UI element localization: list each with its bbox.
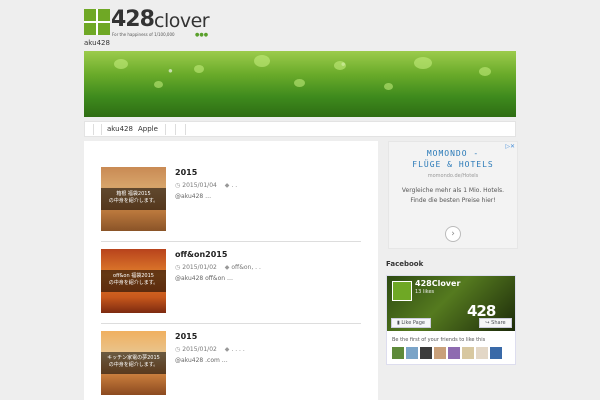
avatar[interactable] — [490, 347, 502, 359]
post-date: 2015/01/04 — [182, 182, 217, 189]
post-divider — [101, 323, 361, 324]
facebook-share-button[interactable]: ↪ Share — [479, 318, 512, 328]
clock-icon: ◷ — [175, 182, 181, 189]
nav-item-aku428[interactable]: aku428 — [107, 125, 133, 133]
logo-number: 428 — [111, 7, 155, 32]
facebook-widget-heading: Facebook — [386, 260, 424, 268]
post-title[interactable]: off&on2015 — [175, 250, 227, 259]
post-tags[interactable]: off&on, . . — [231, 264, 261, 271]
page-avatar[interactable] — [392, 281, 412, 301]
post-excerpt: @aku428 off&on … — [175, 275, 233, 282]
ad-brand[interactable]: MOMONDO - FLÜGE & HOTELS — [389, 148, 517, 170]
header-banner-image — [84, 51, 516, 117]
post-title[interactable]: 2015 — [175, 168, 197, 177]
clock-icon: ◷ — [175, 346, 181, 353]
logo-dots: ●●● — [195, 32, 209, 38]
thumbnail-caption: キッチン家電の夢2015 の中身を紹介します。 — [101, 352, 166, 374]
post-thumbnail[interactable]: 箱根 福袋2015 の中身を紹介します。 — [101, 167, 166, 231]
logo-word: clover — [154, 10, 210, 32]
post-divider — [101, 241, 361, 242]
post-thumbnail[interactable]: キッチン家電の夢2015 の中身を紹介します。 — [101, 331, 166, 395]
facebook-friends-text: Be the first of your friends to like thi… — [392, 337, 486, 343]
site-logo[interactable]: 428 clover For the happiness of 1/100,00… — [84, 7, 219, 38]
post-tags[interactable]: . . — [231, 182, 237, 189]
post-excerpt: @aku428 … — [175, 193, 212, 200]
facebook-like-count: 13 likes — [415, 289, 435, 295]
post-thumbnail[interactable]: off&on 福袋2015 の中身を紹介します。 — [101, 249, 166, 313]
site-description: aku428 — [84, 39, 110, 47]
facebook-like-button[interactable]: ▮ Like Page — [391, 318, 431, 328]
avatar[interactable] — [434, 347, 446, 359]
avatar[interactable] — [448, 347, 460, 359]
post-date: 2015/01/02 — [182, 346, 217, 353]
post-item: キッチン家電の夢2015 の中身を紹介します。 2015 ◷ 2015/01/02… — [101, 331, 361, 400]
main-content: 箱根 福袋2015 の中身を紹介します。 2015 ◷ 2015/01/04 ◆.… — [84, 141, 378, 400]
main-navigation: aku428 Apple — [84, 121, 516, 137]
post-tags[interactable]: . . . . — [231, 346, 244, 353]
facebook-cover-image[interactable]: 428Clover 13 likes 428 ▮ Like Page ↪ Sha… — [387, 276, 515, 331]
post-meta: ◷ 2015/01/02 ◆ off&on, . . — [175, 264, 261, 271]
thumbnail-caption: off&on 福袋2015 の中身を紹介します。 — [101, 270, 166, 292]
ad-url[interactable]: momondo.de/Hotels — [389, 173, 517, 179]
thumbnail-caption: 箱根 福袋2015 の中身を紹介します。 — [101, 188, 166, 210]
post-meta: ◷ 2015/01/04 ◆. . — [175, 182, 237, 189]
clover-logo-icon — [84, 9, 110, 35]
tag-icon: ◆ — [224, 264, 230, 271]
tag-icon: ◆ — [224, 182, 230, 189]
post-item: 箱根 福袋2015 の中身を紹介します。 2015 ◷ 2015/01/04 ◆.… — [101, 167, 361, 242]
post-title[interactable]: 2015 — [175, 332, 197, 341]
avatar[interactable] — [462, 347, 474, 359]
facebook-page-widget: 428Clover 13 likes 428 ▮ Like Page ↪ Sha… — [386, 275, 516, 365]
sidebar-ad[interactable]: ▷✕ MOMONDO - FLÜGE & HOTELS momondo.de/H… — [388, 141, 518, 249]
logo-tagline: For the happiness of 1/100,000 — [112, 32, 175, 37]
clock-icon: ◷ — [175, 264, 181, 271]
ad-arrow-button[interactable]: › — [445, 226, 461, 242]
avatar[interactable] — [476, 347, 488, 359]
post-excerpt: @aku428 .com … — [175, 357, 228, 364]
nav-item-apple[interactable]: Apple — [138, 125, 158, 133]
ad-copy: Vergleiche mehr als 1 Mio. Hotels. Finde… — [401, 187, 505, 204]
post-date: 2015/01/02 — [182, 264, 217, 271]
facebook-page-name[interactable]: 428Clover — [415, 279, 460, 288]
post-item: off&on 福袋2015 の中身を紹介します。 off&on2015 ◷ 201… — [101, 249, 361, 324]
tag-icon: ◆ — [224, 346, 230, 353]
avatar[interactable] — [420, 347, 432, 359]
avatar[interactable] — [392, 347, 404, 359]
post-meta: ◷ 2015/01/02 ◆. . . . — [175, 346, 245, 353]
avatar[interactable] — [406, 347, 418, 359]
